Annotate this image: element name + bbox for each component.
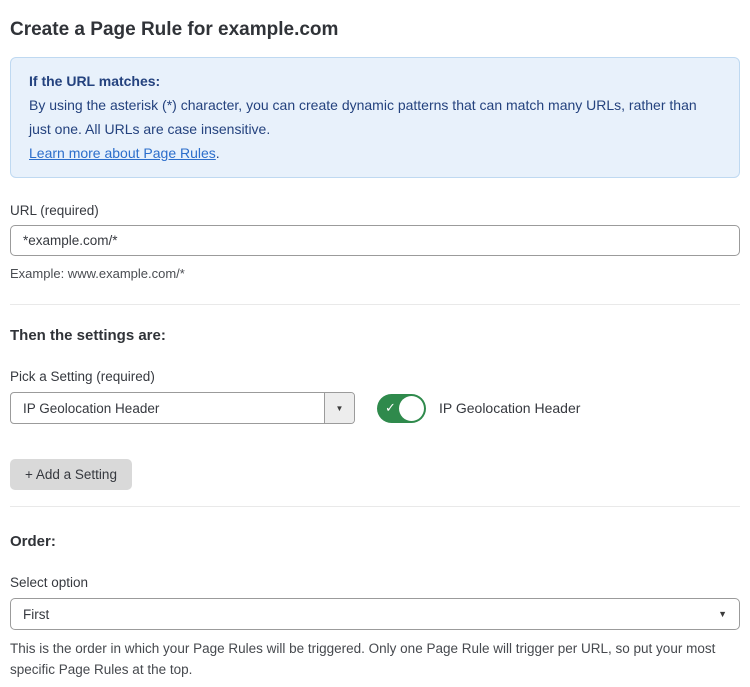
- notice-link-row: Learn more about Page Rules.: [29, 141, 721, 165]
- url-matches-notice: If the URL matches: By using the asteris…: [10, 57, 740, 178]
- setting-select-caret-button[interactable]: ▼: [324, 393, 354, 423]
- url-input[interactable]: [10, 225, 740, 256]
- toggle-label: IP Geolocation Header: [439, 400, 580, 416]
- divider: [10, 304, 740, 305]
- ip-geolocation-toggle[interactable]: ✓: [377, 394, 426, 423]
- order-helper-text: This is the order in which your Page Rul…: [10, 638, 740, 680]
- order-select-value: First: [23, 607, 49, 622]
- add-setting-button[interactable]: + Add a Setting: [10, 459, 132, 490]
- caret-down-icon: ▼: [336, 404, 344, 413]
- notice-link-suffix: .: [216, 145, 220, 161]
- check-icon: ✓: [385, 400, 396, 416]
- setting-picker-label: Pick a Setting (required): [10, 369, 740, 384]
- learn-more-link[interactable]: Learn more about Page Rules: [29, 145, 216, 161]
- caret-down-icon: ▼: [718, 609, 727, 619]
- setting-select[interactable]: IP Geolocation Header ▼: [10, 392, 355, 424]
- create-page-rule-form: Create a Page Rule for example.com If th…: [0, 0, 750, 687]
- notice-body: By using the asterisk (*) character, you…: [29, 93, 721, 141]
- page-title: Create a Page Rule for example.com: [10, 18, 740, 42]
- setting-select-value: IP Geolocation Header: [11, 393, 324, 423]
- order-select-label: Select option: [10, 575, 740, 590]
- setting-picker-row: IP Geolocation Header ▼ ✓ IP Geolocation…: [10, 392, 740, 424]
- order-section-heading: Order:: [10, 533, 740, 550]
- notice-body-text: By using the asterisk (*) character, you…: [29, 97, 697, 137]
- settings-section-heading: Then the settings are:: [10, 327, 740, 344]
- url-helper-text: Example: www.example.com/*: [10, 264, 740, 284]
- notice-heading: If the URL matches:: [29, 69, 721, 93]
- order-select[interactable]: First ▼: [10, 598, 740, 630]
- divider: [10, 506, 740, 507]
- toggle-knob: [399, 396, 424, 421]
- url-field-label: URL (required): [10, 203, 740, 218]
